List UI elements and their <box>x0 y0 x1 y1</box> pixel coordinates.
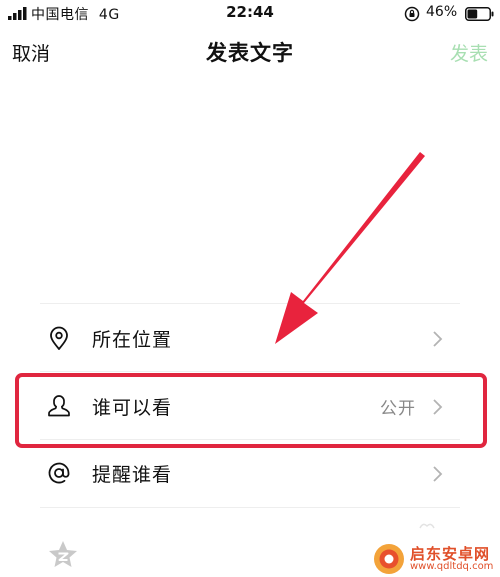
nav-bar: 取消 发表文字 发表 <box>0 28 500 78</box>
qzone-star-icon[interactable] <box>48 540 78 568</box>
row-mention-label: 提醒谁看 <box>92 464 173 486</box>
row-visibility-label: 谁可以看 <box>92 397 173 419</box>
watermark: 启东安卓网 www.qdltdq.com <box>370 540 500 577</box>
chevron-right-icon <box>433 331 443 347</box>
page-title: 发表文字 <box>206 41 294 65</box>
at-sign-icon <box>48 462 70 484</box>
orientation-lock-icon <box>404 6 420 22</box>
status-bar: 中国电信 4G 22:44 46% <box>0 0 500 28</box>
watermark-logo <box>374 544 404 574</box>
battery-icon <box>465 7 494 21</box>
row-location-label: 所在位置 <box>92 329 173 351</box>
decorative-mark <box>419 523 435 529</box>
row-mention[interactable]: 提醒谁看 <box>0 440 500 506</box>
chevron-right-icon <box>433 466 443 482</box>
list-divider <box>40 507 460 508</box>
row-location[interactable]: 所在位置 <box>0 305 500 371</box>
person-icon <box>48 395 70 417</box>
row-visibility[interactable]: 谁可以看 公开 <box>0 373 500 439</box>
list-divider <box>40 371 460 372</box>
status-time: 22:44 <box>226 3 274 21</box>
list-divider <box>40 303 460 304</box>
post-button[interactable]: 发表 <box>450 39 488 66</box>
row-visibility-value: 公开 <box>380 399 416 419</box>
watermark-url: www.qdltdq.com <box>410 561 494 572</box>
battery-percent: 46% <box>426 4 458 20</box>
chevron-right-icon <box>433 399 443 415</box>
location-pin-icon <box>50 326 68 350</box>
